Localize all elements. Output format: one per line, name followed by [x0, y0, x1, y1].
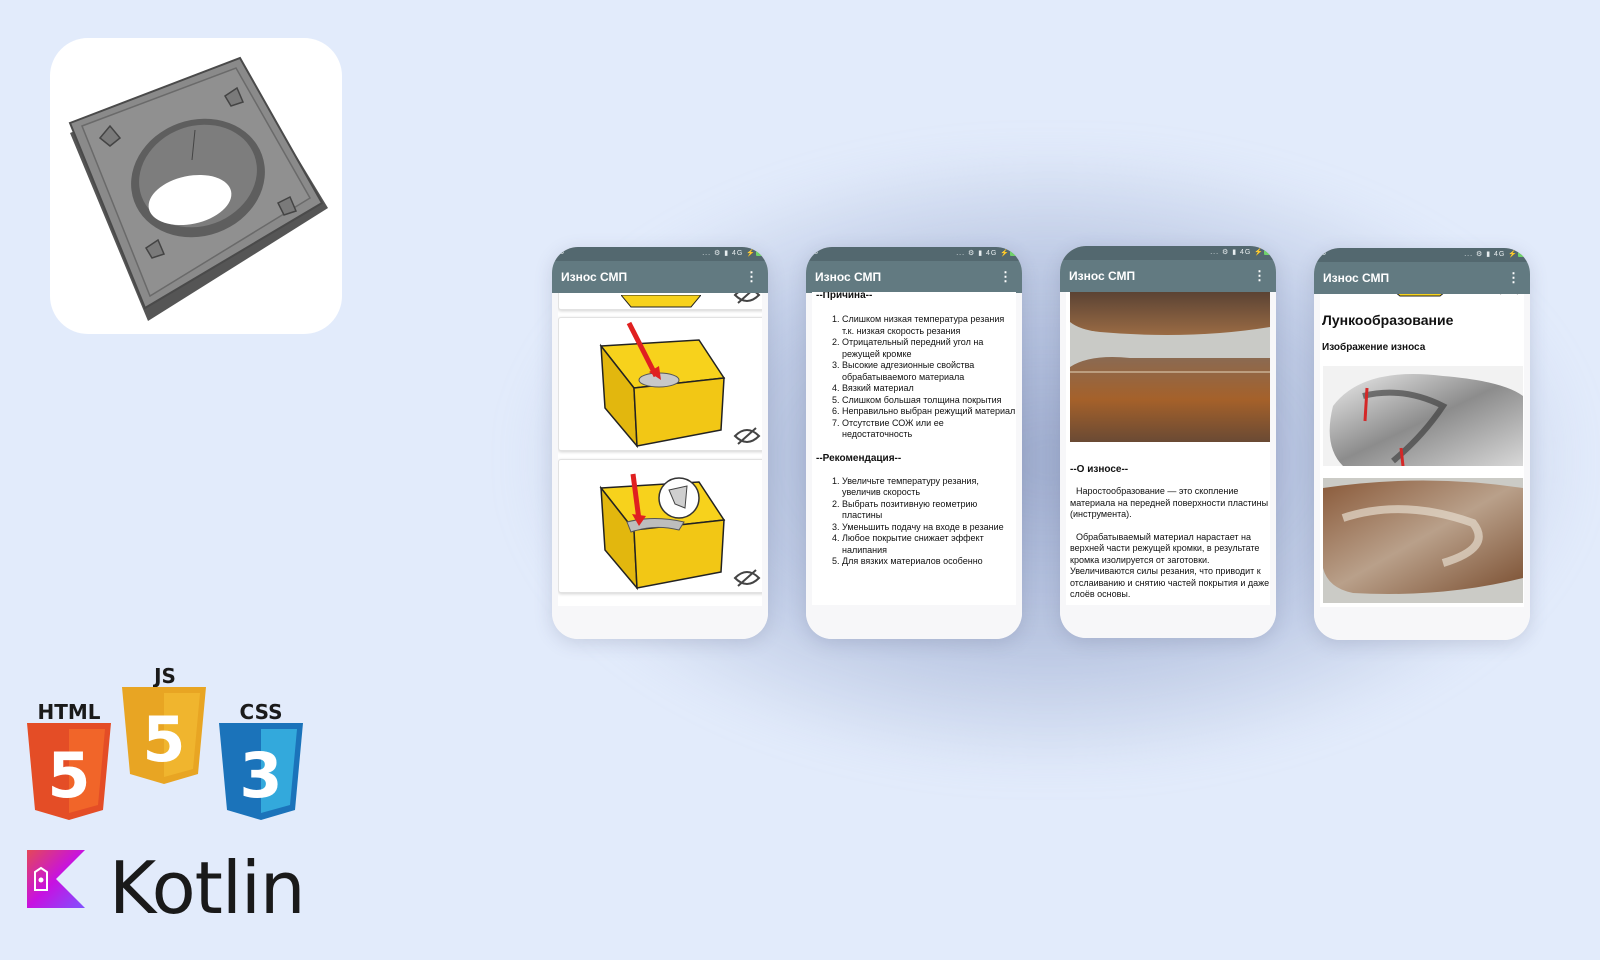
wear-subheading: Изображение износа	[1322, 342, 1426, 353]
eye-off-icon[interactable]	[733, 426, 761, 446]
insert-wear-illustration	[599, 321, 726, 449]
list-item[interactable]	[558, 293, 762, 310]
app-icon[interactable]	[50, 38, 342, 334]
wear-heading: Лункообразование	[1322, 312, 1454, 328]
status-time: 8	[814, 249, 818, 256]
battery-icon	[1518, 252, 1526, 257]
overflow-menu-icon[interactable]: ⋮	[745, 269, 758, 285]
kotlin-label: Kotlin	[109, 846, 306, 930]
css-label: CSS	[240, 700, 283, 724]
status-icons: ... ⚙ ▮ 4G ⚡	[1464, 251, 1518, 258]
phone-bottom-bar	[1314, 607, 1530, 640]
phone-bottom-bar	[806, 606, 1022, 639]
js-digit: 5	[142, 703, 185, 776]
about-paragraph-1: Наростообразование — это скопление матер…	[1070, 486, 1269, 519]
toolbar-title: Износ СМП	[815, 270, 882, 284]
app-toolbar: Износ СМП ⋮	[806, 261, 1022, 293]
status-bar: 5 ... ⚙ ▮ 4G ⚡	[1314, 248, 1530, 262]
overflow-menu-icon[interactable]: ⋮	[1253, 268, 1266, 284]
app-toolbar: Износ СМП ⋮	[1314, 262, 1530, 294]
status-bar: 5 ... ⚙ ▮ 4G ⚡	[552, 247, 768, 261]
wear-photo	[1323, 366, 1523, 466]
css-digit: 3	[239, 739, 282, 812]
list-item: Выбрать позитивную геометрию пластины	[842, 499, 1016, 522]
list-item: Высокие адгезионные свойства обрабатывае…	[842, 360, 1016, 383]
status-icons: ... ⚙ ▮ 4G ⚡	[1210, 249, 1264, 256]
status-bar: ... ⚙ ▮ 4G ⚡	[1060, 246, 1276, 260]
status-time: 5	[1322, 250, 1326, 257]
list-item: Отсутствие СОЖ или ее недостаточность	[842, 418, 1016, 441]
eye-off-icon[interactable]	[733, 568, 761, 588]
list-item: Слишком большая толщина покрытия	[842, 395, 1016, 407]
list-item: Неправильно выбран режущий материал	[842, 406, 1016, 418]
tech-shields-icon: HTML 5 JS 5 CSS 3	[27, 664, 303, 820]
phone-screen-3: ... ⚙ ▮ 4G ⚡ Износ СМП ⋮ --О износе-- На…	[1060, 246, 1276, 638]
phone-screen-2: 8 ... ⚙ ▮ 4G ⚡ Износ СМП ⋮ --Причина-- С…	[806, 247, 1022, 639]
battery-icon	[756, 251, 764, 256]
app-toolbar: Износ СМП ⋮	[552, 261, 768, 293]
battery-icon	[1010, 251, 1018, 256]
kotlin-logo: Kotlin	[27, 846, 327, 930]
recommendation-title: --Рекомендация--	[816, 452, 902, 464]
wear-details[interactable]: --Причина-- Слишком низкая температура р…	[812, 292, 1016, 605]
insert-illustration	[621, 295, 701, 308]
phone-bottom-bar	[1060, 605, 1276, 638]
kotlin-icon	[27, 850, 85, 908]
insert-wear-illustration	[599, 473, 726, 591]
list-item[interactable]	[558, 459, 762, 593]
battery-icon	[1264, 250, 1272, 255]
wear-photo	[1323, 478, 1523, 603]
recommendations-list: Увеличьте температуру резания, увеличив …	[816, 476, 1016, 568]
list-item: Уменьшить подачу на входе в резание	[842, 522, 1016, 534]
list-item: Отрицательный передний угол на режущей к…	[842, 337, 1016, 360]
eye-off-icon[interactable]	[733, 293, 761, 305]
insert-illustration	[1396, 294, 1444, 297]
status-icons: ... ⚙ ▮ 4G ⚡	[702, 250, 756, 257]
carbide-insert-icon	[68, 56, 328, 321]
causes-list: Слишком низкая температура резания т.к. …	[816, 314, 1016, 441]
wear-detail[interactable]: Лункообразование Изображение износа	[1320, 294, 1524, 607]
cause-title: --Причина--	[816, 292, 873, 301]
about-paragraph-2: Обрабатываемый материал нарастает на вер…	[1070, 531, 1270, 600]
phone-screen-1: 5 ... ⚙ ▮ 4G ⚡ Износ СМП ⋮	[552, 247, 768, 639]
list-item: Увеличьте температуру резания, увеличив …	[842, 476, 1016, 499]
wear-list[interactable]	[558, 293, 762, 606]
list-item: Слишком низкая температура резания т.к. …	[842, 314, 1016, 337]
overflow-menu-icon[interactable]: ⋮	[999, 269, 1012, 285]
wear-about[interactable]: --О износе-- Наростообразование — это ск…	[1066, 292, 1270, 605]
toolbar-title: Износ СМП	[1069, 269, 1136, 283]
app-toolbar: Износ СМП ⋮	[1060, 260, 1276, 292]
list-item: Вязкий материал	[842, 383, 1016, 395]
js-label: JS	[152, 667, 176, 688]
html-label: HTML	[37, 700, 100, 724]
status-time: 5	[560, 249, 564, 256]
status-bar: 8 ... ⚙ ▮ 4G ⚡	[806, 247, 1022, 261]
list-item: Для вязких материалов особенно	[842, 556, 1016, 568]
toolbar-title: Износ СМП	[1323, 271, 1390, 285]
status-icons: ... ⚙ ▮ 4G ⚡	[956, 250, 1010, 257]
list-item: Любое покрытие снижает эффект налипания	[842, 533, 1016, 556]
about-title: --О износе--	[1070, 464, 1129, 475]
html-digit: 5	[47, 739, 90, 812]
toolbar-title: Износ СМП	[561, 270, 628, 284]
eye-off-icon[interactable]	[1498, 294, 1520, 302]
overflow-menu-icon[interactable]: ⋮	[1507, 270, 1520, 286]
phone-bottom-bar	[552, 606, 768, 639]
tech-logos: HTML 5 JS 5 CSS 3	[25, 664, 315, 837]
list-item[interactable]	[558, 317, 762, 451]
phone-screen-4: 5 ... ⚙ ▮ 4G ⚡ Износ СМП ⋮ Лункообразова…	[1314, 248, 1530, 640]
wear-photo	[1070, 292, 1270, 442]
